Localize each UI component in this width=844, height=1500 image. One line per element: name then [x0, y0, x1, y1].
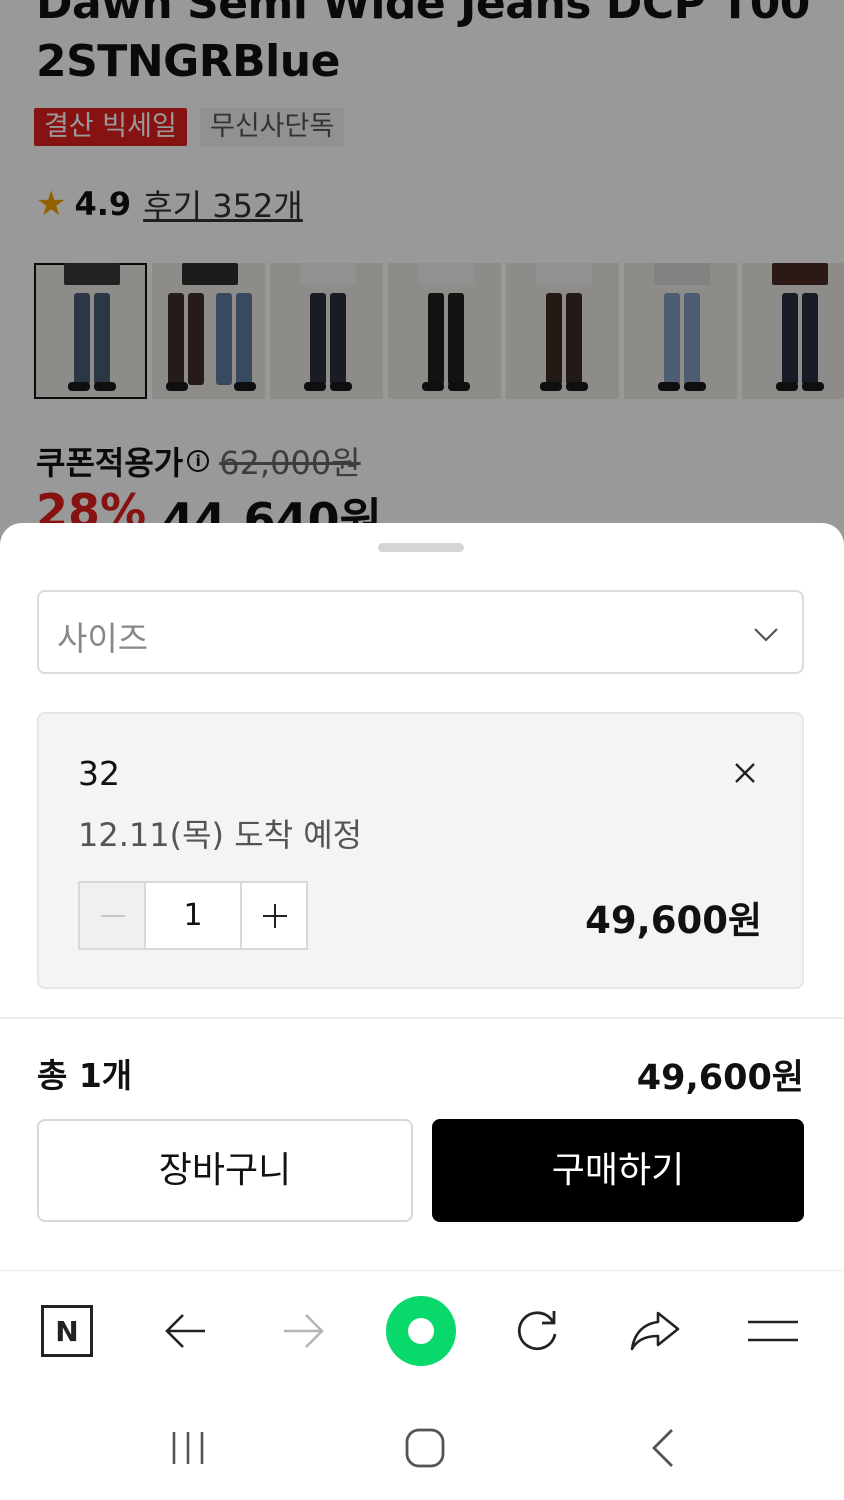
recent-apps-icon — [172, 1432, 204, 1464]
total-count: 총 1개 — [37, 1056, 133, 1095]
back-icon — [652, 1429, 673, 1467]
home-button[interactable] — [395, 1418, 455, 1478]
recent-apps-button[interactable] — [158, 1418, 218, 1478]
android-nav-bar — [0, 1388, 844, 1500]
system-back-button[interactable] — [633, 1418, 693, 1478]
dim-overlay[interactable] — [0, 0, 844, 560]
quantity-value[interactable]: 1 — [146, 883, 242, 948]
menu-button[interactable] — [738, 1296, 808, 1366]
forward-arrow-icon — [284, 1314, 324, 1348]
total-price: 49,600원 — [636, 1058, 804, 1098]
buy-button[interactable]: 구매하기 — [432, 1119, 804, 1222]
reload-icon — [517, 1311, 557, 1351]
back-arrow-icon — [165, 1314, 205, 1348]
share-button[interactable] — [620, 1296, 690, 1366]
forward-button[interactable] — [268, 1296, 338, 1366]
green-action-button[interactable] — [386, 1296, 456, 1366]
selected-option-card: 32 12.11(목) 도착 예정 1 49,600원 — [37, 712, 804, 989]
option-size: 32 — [78, 754, 120, 793]
size-select-label: 사이즈 — [57, 619, 149, 658]
share-icon — [630, 1311, 680, 1351]
size-select[interactable]: 사이즈 — [37, 590, 804, 674]
delivery-estimate: 12.11(목) 도착 예정 — [78, 816, 363, 854]
cart-button[interactable]: 장바구니 — [37, 1119, 413, 1222]
naver-home-icon: N — [41, 1305, 93, 1357]
quantity-minus-button[interactable] — [80, 883, 146, 948]
home-icon — [405, 1428, 445, 1468]
quantity-plus-button[interactable] — [242, 883, 306, 948]
naver-home-button[interactable]: N — [32, 1296, 102, 1366]
chevron-down-icon — [754, 628, 778, 642]
drag-handle[interactable] — [378, 543, 464, 552]
option-bottom-sheet: 사이즈 32 12.11(목) 도착 예정 1 49,600원 총 1개 49,… — [0, 523, 844, 1270]
option-price: 49,600원 — [585, 899, 762, 942]
divider — [0, 1017, 844, 1019]
quantity-stepper: 1 — [78, 881, 308, 950]
browser-toolbar: N — [0, 1270, 844, 1388]
close-icon[interactable] — [732, 760, 758, 786]
menu-icon — [748, 1320, 798, 1342]
green-circle-icon — [386, 1296, 456, 1366]
back-button[interactable] — [151, 1296, 221, 1366]
reload-button[interactable] — [502, 1296, 572, 1366]
